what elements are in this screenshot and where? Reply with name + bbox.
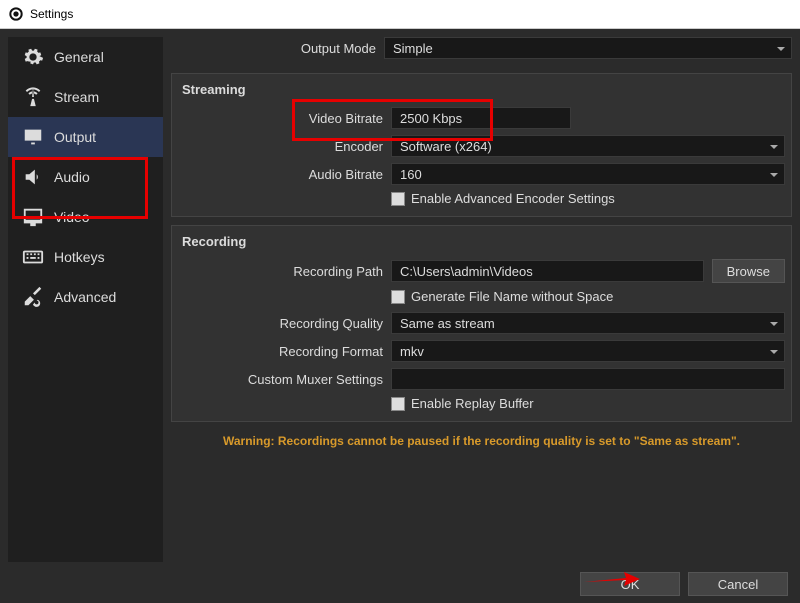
dialog-footer: OK Cancel: [8, 562, 792, 596]
output-icon: [22, 126, 44, 148]
recording-format-select[interactable]: mkv: [391, 340, 785, 362]
sidebar-item-advanced[interactable]: Advanced: [8, 277, 163, 317]
recording-path-label: Recording Path: [178, 264, 391, 279]
replay-buffer-checkbox[interactable]: Enable Replay Buffer: [391, 396, 785, 411]
video-bitrate-label: Video Bitrate: [178, 111, 391, 126]
sidebar-item-label: Stream: [54, 89, 99, 105]
checkbox-icon: [391, 397, 405, 411]
advanced-encoder-checkbox[interactable]: Enable Advanced Encoder Settings: [391, 191, 785, 206]
window-title: Settings: [30, 7, 73, 21]
replay-buffer-label: Enable Replay Buffer: [411, 396, 534, 411]
obs-icon: [8, 6, 24, 22]
gen-filename-checkbox[interactable]: Generate File Name without Space: [391, 289, 785, 304]
recording-group: Recording Recording Path C:\Users\admin\…: [171, 225, 792, 422]
sidebar-item-stream[interactable]: Stream: [8, 77, 163, 117]
gen-filename-label: Generate File Name without Space: [411, 289, 613, 304]
recording-format-label: Recording Format: [178, 344, 391, 359]
checkbox-icon: [391, 290, 405, 304]
window-titlebar: Settings: [0, 0, 800, 29]
muxer-label: Custom Muxer Settings: [178, 372, 391, 387]
streaming-title: Streaming: [182, 82, 785, 97]
warning-text: Warning: Recordings cannot be paused if …: [171, 434, 792, 448]
settings-sidebar: General Stream Output Audio Video Hotkey…: [8, 37, 163, 562]
sidebar-item-audio[interactable]: Audio: [8, 157, 163, 197]
cancel-button[interactable]: Cancel: [688, 572, 788, 596]
muxer-input[interactable]: [391, 368, 785, 390]
speaker-icon: [22, 166, 44, 188]
recording-quality-label: Recording Quality: [178, 316, 391, 331]
recording-title: Recording: [182, 234, 785, 249]
streaming-group: Streaming Video Bitrate 2500 Kbps Encode…: [171, 73, 792, 217]
encoder-select[interactable]: Software (x264): [391, 135, 785, 157]
sidebar-item-label: Video: [54, 209, 90, 225]
sidebar-item-hotkeys[interactable]: Hotkeys: [8, 237, 163, 277]
video-bitrate-input[interactable]: 2500 Kbps: [391, 107, 571, 129]
output-mode-label: Output Mode: [171, 41, 384, 56]
audio-bitrate-select[interactable]: 160: [391, 163, 785, 185]
sidebar-item-video[interactable]: Video: [8, 197, 163, 237]
sidebar-item-label: General: [54, 49, 104, 65]
output-mode-select[interactable]: Simple: [384, 37, 792, 59]
monitor-icon: [22, 206, 44, 228]
sidebar-item-label: Advanced: [54, 289, 116, 305]
sidebar-item-label: Hotkeys: [54, 249, 105, 265]
browse-button[interactable]: Browse: [712, 259, 785, 283]
arrow-annotation-icon: [582, 568, 642, 590]
recording-path-input[interactable]: C:\Users\admin\Videos: [391, 260, 704, 282]
keyboard-icon: [22, 246, 44, 268]
audio-bitrate-label: Audio Bitrate: [178, 167, 391, 182]
sidebar-item-label: Output: [54, 129, 96, 145]
tools-icon: [22, 286, 44, 308]
sidebar-item-label: Audio: [54, 169, 90, 185]
gear-icon: [22, 46, 44, 68]
antenna-icon: [22, 86, 44, 108]
sidebar-item-output[interactable]: Output: [8, 117, 163, 157]
recording-quality-select[interactable]: Same as stream: [391, 312, 785, 334]
checkbox-icon: [391, 192, 405, 206]
settings-panel-output: Output Mode Simple Streaming Video Bitra…: [171, 37, 792, 562]
advanced-encoder-label: Enable Advanced Encoder Settings: [411, 191, 615, 206]
encoder-label: Encoder: [178, 139, 391, 154]
sidebar-item-general[interactable]: General: [8, 37, 163, 77]
